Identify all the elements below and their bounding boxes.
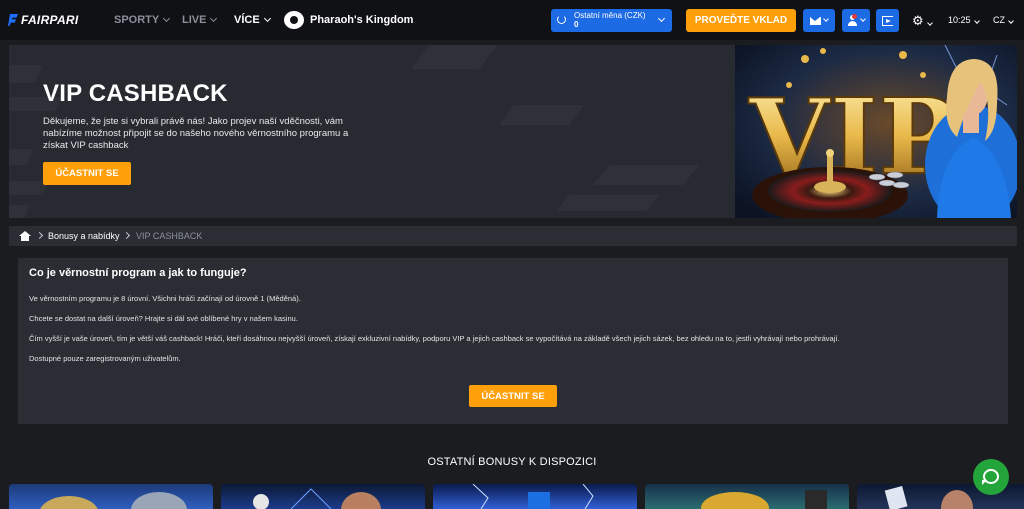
chevron-down-icon: [263, 14, 271, 23]
logo-text: FAIRPARI: [21, 13, 79, 27]
live-chat-button[interactable]: [973, 459, 1009, 495]
fairpari-logo[interactable]: FAIRPARI: [8, 13, 79, 27]
info-paragraph: Ve věrnostním programu je 8 úrovní. Všic…: [29, 294, 301, 303]
wallet-amount: 0: [574, 20, 579, 29]
wallet-selector[interactable]: Ostatní měna (CZK) 0: [551, 9, 672, 32]
nav-more-label: VÍCE: [234, 14, 260, 26]
chevron-down-icon: [973, 18, 980, 24]
info-paragraph: Chcete se dostat na další úroveň? Hrajte…: [29, 314, 298, 323]
other-bonuses-heading: OSTATNÍ BONUSY K DISPOZICI: [427, 456, 597, 468]
bonus-card[interactable]: [221, 484, 425, 509]
messages-button[interactable]: [803, 9, 835, 32]
chevron-down-icon: [823, 16, 829, 22]
bonus-card-artwork: [472, 484, 594, 509]
participate-button[interactable]: ÚČASTNIT SE: [43, 162, 131, 185]
clock-selector[interactable]: 10:25: [948, 15, 980, 25]
clock-time: 10:25: [948, 15, 971, 25]
bonus-card-artwork: [701, 490, 827, 509]
participate-button-secondary[interactable]: ÚČASTNIT SE: [469, 385, 557, 407]
nav-more[interactable]: VÍCE: [234, 0, 271, 40]
pharaoh-eye-icon: [284, 11, 304, 29]
breadcrumb: Bonusy a nabídky VIP CASHBACK: [9, 226, 1017, 246]
home-icon[interactable]: [19, 231, 31, 241]
chevron-right-icon: [122, 231, 131, 240]
nav-sports-label: SPORTY: [114, 14, 160, 26]
logout-icon: [882, 15, 893, 26]
logo-mark-icon: [8, 14, 18, 26]
chevron-down-icon: [210, 14, 218, 23]
nav-live-label: LIVE: [182, 14, 207, 26]
language-code: CZ: [993, 15, 1005, 25]
mail-icon: [810, 16, 821, 25]
gear-icon: ⚙: [912, 13, 924, 28]
chevron-down-icon: [926, 20, 933, 26]
banner-text: Děkujeme, že jste si vybrali právě nás! …: [43, 116, 349, 151]
info-paragraph: Čím vyšší je vaše úroveň, tím je větší v…: [29, 334, 840, 343]
chevron-right-icon: [35, 231, 44, 240]
vip-casino-illustration: VIP: [735, 45, 1017, 218]
banner-title: VIP CASHBACK: [43, 80, 228, 107]
game-link[interactable]: Pharaoh's Kingdom: [284, 11, 413, 29]
nav-sports[interactable]: SPORTY: [114, 0, 171, 40]
bonus-card-artwork: [253, 488, 381, 509]
settings-button[interactable]: ⚙: [912, 13, 933, 29]
language-selector[interactable]: CZ: [993, 15, 1014, 25]
top-navigation-bar: FAIRPARI SPORTY LIVE VÍCE Pharaoh's King…: [0, 0, 1024, 40]
chevron-down-icon: [1008, 18, 1014, 24]
bonus-card[interactable]: [9, 484, 213, 509]
nav-live[interactable]: LIVE: [182, 0, 218, 40]
account-button[interactable]: [842, 9, 870, 32]
game-name: Pharaoh's Kingdom: [310, 14, 414, 26]
info-title: Co je věrnostní program a jak to funguje…: [29, 267, 247, 279]
notification-dot: [852, 14, 857, 19]
logout-button[interactable]: [876, 9, 899, 32]
breadcrumb-bonuses[interactable]: Bonusy a nabídky: [48, 231, 120, 241]
bonus-card[interactable]: [645, 484, 849, 509]
bonus-card-artwork: [40, 492, 187, 509]
info-paragraph: Dostupné pouze zaregistrovaným uživatelů…: [29, 354, 181, 363]
chevron-down-icon: [163, 14, 171, 23]
bonus-card[interactable]: [433, 484, 637, 509]
refresh-icon[interactable]: [557, 15, 566, 24]
deposit-button[interactable]: PROVEĎTE VKLAD: [686, 9, 796, 32]
chevron-down-icon: [860, 16, 866, 22]
vip-cashback-banner: VIP CASHBACK Děkujeme, že jste si vybral…: [9, 45, 1017, 218]
loyalty-info-panel: Co je věrnostní program a jak to funguje…: [18, 258, 1008, 424]
breadcrumb-current: VIP CASHBACK: [136, 231, 203, 241]
chat-bubble-tail: [982, 480, 987, 485]
